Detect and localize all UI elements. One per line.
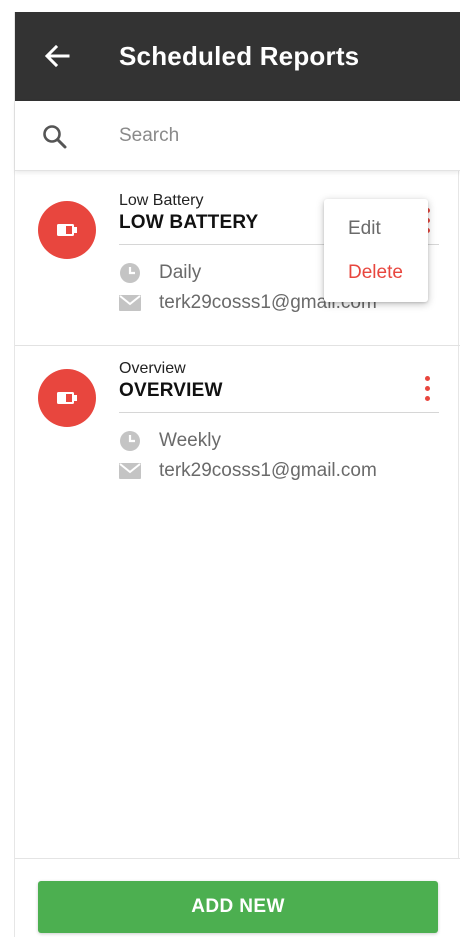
search-icon xyxy=(43,125,67,149)
report-avatar xyxy=(38,369,96,427)
clock-icon xyxy=(119,430,141,452)
clock-icon xyxy=(119,262,141,284)
report-frequency-row: Weekly xyxy=(119,428,221,454)
search-bar xyxy=(15,101,460,171)
page-title: Scheduled Reports xyxy=(119,41,360,71)
report-label: Overview xyxy=(119,360,186,377)
report-name: OVERVIEW xyxy=(119,380,223,401)
arrow-left-icon xyxy=(44,44,70,68)
report-frequency: Daily xyxy=(159,262,202,283)
report-email: terk29cosss1@gmail.com xyxy=(159,460,377,481)
more-vert-icon xyxy=(424,375,430,381)
mail-icon xyxy=(119,460,141,482)
footer: ADD NEW xyxy=(15,858,460,937)
more-options-button[interactable] xyxy=(417,370,437,406)
report-avatar xyxy=(38,201,96,259)
divider xyxy=(119,412,439,413)
report-item[interactable]: Overview OVERVIEW Weekly terk29cosss1@gm… xyxy=(15,346,460,514)
edit-menu-item[interactable]: Edit xyxy=(324,207,428,251)
delete-menu-item[interactable]: Delete xyxy=(324,251,428,295)
app-screen: Scheduled Reports Low Battery LOW BATTER… xyxy=(14,12,460,937)
mail-icon xyxy=(119,292,141,314)
back-button[interactable] xyxy=(41,40,73,72)
battery-icon xyxy=(57,392,77,404)
context-menu: Edit Delete xyxy=(324,199,428,302)
report-frequency-row: Daily xyxy=(119,260,201,286)
report-frequency: Weekly xyxy=(159,430,221,451)
search-input[interactable] xyxy=(119,121,439,151)
report-name: LOW BATTERY xyxy=(119,212,259,233)
battery-icon xyxy=(57,224,77,236)
report-email-row: terk29cosss1@gmail.com xyxy=(119,458,377,484)
add-new-button[interactable]: ADD NEW xyxy=(38,881,438,933)
app-bar: Scheduled Reports xyxy=(15,12,460,101)
report-label: Low Battery xyxy=(119,192,204,209)
